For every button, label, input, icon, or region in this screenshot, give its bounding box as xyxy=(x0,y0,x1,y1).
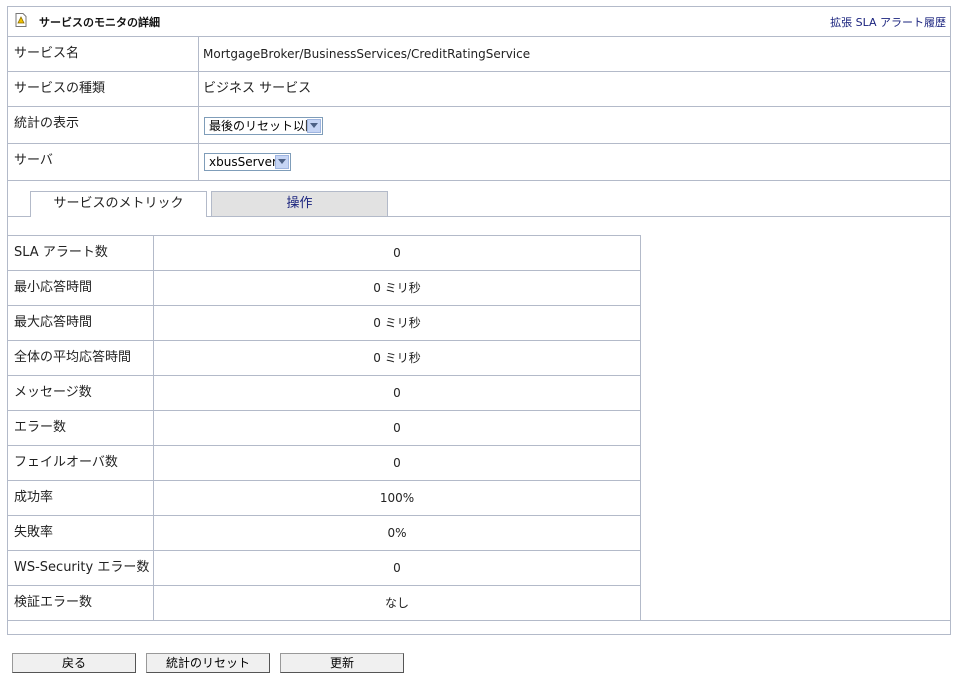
table-row: 検証エラー数 なし xyxy=(8,586,640,621)
column-divider xyxy=(198,72,199,106)
table-row: 失敗率 0% xyxy=(8,516,640,551)
server-select[interactable]: xbusServer xyxy=(204,153,291,171)
metrics-table: SLA アラート数 0 最小応答時間 0 ミリ秒 最大応答時間 0 ミリ秒 全体… xyxy=(8,235,641,621)
metric-value: 100% xyxy=(379,491,415,505)
metric-label: 失敗率 xyxy=(14,525,54,540)
table-row: 最小応答時間 0 ミリ秒 xyxy=(8,271,640,306)
statistics-view-label: 統計の表示 xyxy=(14,116,80,131)
metric-value: 0 xyxy=(393,246,401,260)
table-row: 全体の平均応答時間 0 ミリ秒 xyxy=(8,341,640,376)
metric-value: 0 xyxy=(393,421,401,435)
metric-value: 0 xyxy=(393,456,401,470)
metric-value: 0 xyxy=(393,386,401,400)
table-row: WS-Security エラー数 0 xyxy=(8,551,640,586)
service-type-value: ビジネス サービス xyxy=(203,81,312,96)
metric-label: 検証エラー数 xyxy=(14,595,93,610)
column-divider xyxy=(198,107,199,143)
info-row-service-type: サービスの種類 ビジネス サービス xyxy=(8,72,950,107)
statistics-view-selected: 最後のリセット以降 xyxy=(209,119,318,133)
metric-label: SLA アラート数 xyxy=(14,245,108,260)
server-label: サーバ xyxy=(14,153,53,168)
metric-label: 最大応答時間 xyxy=(14,315,93,330)
info-row-service-name: サービス名 MortgageBroker/BusinessServices/Cr… xyxy=(8,37,950,72)
tab-bar: サービスのメトリック 操作 xyxy=(8,181,950,217)
metric-label: WS-Security エラー数 xyxy=(14,560,150,575)
table-row: メッセージ数 0 xyxy=(8,376,640,411)
service-type-label: サービスの種類 xyxy=(14,81,106,96)
metric-label: 成功率 xyxy=(14,490,54,505)
service-name-value: MortgageBroker/BusinessServices/CreditRa… xyxy=(203,47,531,61)
metric-value: 0 xyxy=(393,561,401,575)
chevron-down-icon[interactable] xyxy=(275,155,289,169)
panel-header: サービスのモニタの詳細 拡張 SLA アラート履歴 xyxy=(8,7,950,37)
tab-operations[interactable]: 操作 xyxy=(211,191,388,217)
service-monitor-panel: サービスのモニタの詳細 拡張 SLA アラート履歴 サービス名 Mortgage… xyxy=(7,6,951,635)
table-row: 成功率 100% xyxy=(8,481,640,516)
panel-footer-divider xyxy=(8,620,950,621)
service-name-label: サービス名 xyxy=(14,46,80,61)
document-icon xyxy=(15,13,27,27)
chevron-down-icon[interactable] xyxy=(307,119,321,133)
metric-value: 0 ミリ秒 xyxy=(373,351,421,365)
table-row: エラー数 0 xyxy=(8,411,640,446)
metric-label: フェイルオーバ数 xyxy=(14,455,118,470)
server-selected: xbusServer xyxy=(209,155,277,169)
metric-value: なし xyxy=(384,596,409,610)
sla-alert-history-link[interactable]: 拡張 SLA アラート履歴 xyxy=(830,14,946,30)
metric-label: 全体の平均応答時間 xyxy=(14,350,132,365)
metric-label: メッセージ数 xyxy=(14,385,92,400)
info-row-server: サーバ xbusServer xyxy=(8,144,950,181)
back-button[interactable]: 戻る xyxy=(12,653,136,673)
metric-label: 最小応答時間 xyxy=(14,280,93,295)
column-divider xyxy=(198,37,199,71)
table-row: 最大応答時間 0 ミリ秒 xyxy=(8,306,640,341)
metric-value: 0 ミリ秒 xyxy=(373,281,421,295)
statistics-view-select[interactable]: 最後のリセット以降 xyxy=(204,117,323,135)
page-title: サービスのモニタの詳細 xyxy=(39,16,160,29)
metric-label: エラー数 xyxy=(14,420,67,435)
info-row-statistics-view: 統計の表示 最後のリセット以降 xyxy=(8,107,950,144)
tab-service-metrics[interactable]: サービスのメトリック xyxy=(30,191,207,217)
reset-statistics-button[interactable]: 統計のリセット xyxy=(146,653,270,673)
table-row: フェイルオーバ数 0 xyxy=(8,446,640,481)
refresh-button[interactable]: 更新 xyxy=(280,653,404,673)
column-divider xyxy=(198,144,199,180)
metric-value: 0% xyxy=(387,526,407,540)
metric-value: 0 ミリ秒 xyxy=(373,316,421,330)
table-row: SLA アラート数 0 xyxy=(8,236,640,271)
